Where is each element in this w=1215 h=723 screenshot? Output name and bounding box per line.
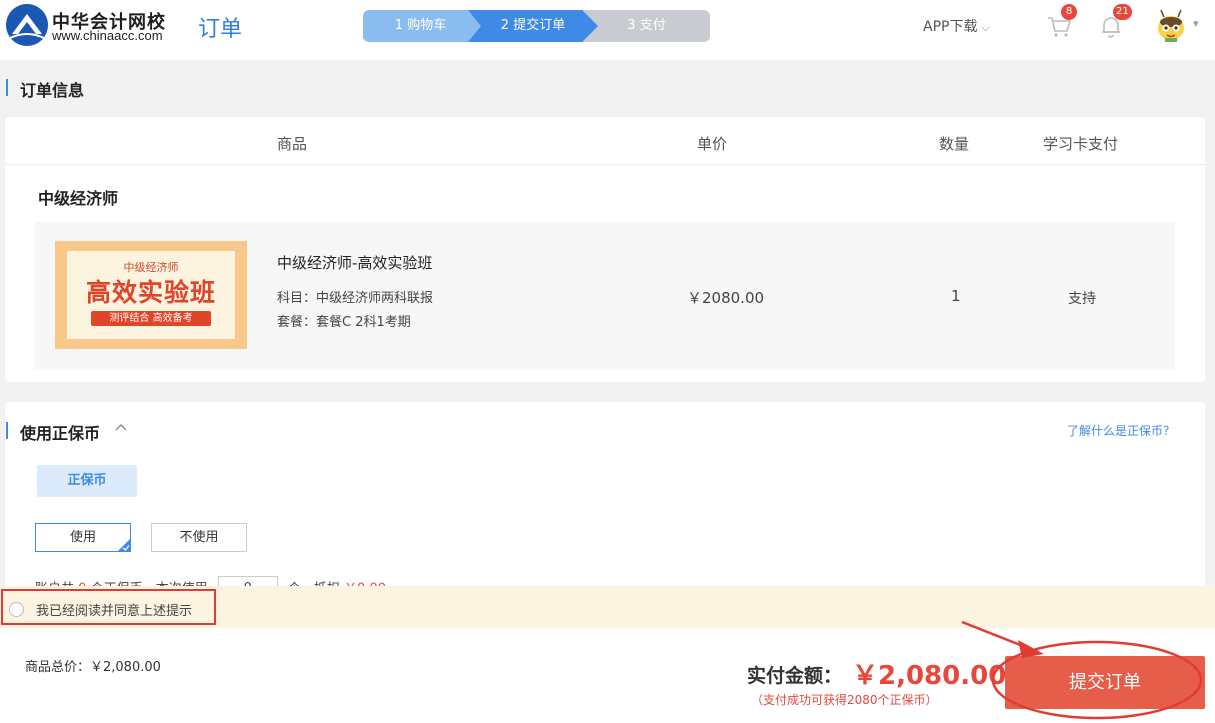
chevron-down-icon: ⌵ <box>981 21 989 34</box>
no-coin-option[interactable]: 不使用 <box>151 523 247 552</box>
cart-button[interactable]: 8 <box>1045 12 1073 40</box>
submit-order-button[interactable]: 提交订单 <box>1005 656 1205 709</box>
check-corner-icon <box>117 538 131 552</box>
pay-reward-note: （支付成功可获得2080个正保币） <box>751 691 938 708</box>
order-card: 商品 单价 数量 学习卡支付 中级经济师 中级经济师 高效实验班 测评结合 高效… <box>5 117 1205 382</box>
step-pay: 3 支付 <box>583 10 710 42</box>
learn-coin-link[interactable]: 了解什么是正保币？ <box>1067 422 1175 439</box>
coin-section-label: 使用正保币 <box>20 424 100 443</box>
items-total: 商品总价：￥2,080.00 <box>25 656 161 675</box>
thumbnail-tag: 测评结合 高效备考 <box>91 311 211 326</box>
section-bar <box>6 422 8 439</box>
pay-label: 实付金额： <box>747 661 842 688</box>
divider <box>5 164 1205 165</box>
agreement-highlight: 我已经阅读并同意上述提示 <box>1 589 216 625</box>
top-header: 中华会计网校 www.chinaacc.com 订单 1 购物车 3 支付 2 … <box>0 0 1215 60</box>
app-download-label: APP下载 <box>923 19 977 35</box>
step-submit: 2 提交订单 <box>468 10 598 42</box>
logo-url: www.chinaacc.com <box>52 28 163 43</box>
section-bar <box>6 79 8 96</box>
coin-tab[interactable]: 正保币 <box>37 465 137 497</box>
thumbnail-panel: 中级经济师 高效实验班 测评结合 高效备考 <box>67 251 235 339</box>
step-submit-label: 2 提交订单 <box>501 18 565 33</box>
product-price: ￥2080.00 <box>687 287 764 308</box>
coin-card: 使用正保币 了解什么是正保币？ 正保币 使用 不使用 账户共 0 个正保币，本次… <box>5 402 1205 592</box>
order-steps: 1 购物车 3 支付 2 提交订单 <box>363 10 710 42</box>
product-thumbnail[interactable]: 中级经济师 高效实验班 测评结合 高效备考 <box>55 241 247 349</box>
avatar[interactable] <box>1155 8 1187 42</box>
card-pay-support: 支持 <box>1068 288 1096 308</box>
bell-badge: 21 <box>1113 4 1132 20</box>
col-price: 单价 <box>697 133 727 154</box>
product-subject: 科目：中级经济师两科联报 <box>277 287 433 306</box>
product-package: 套餐：套餐C 2科1考期 <box>277 311 411 330</box>
step-cart-label: 1 购物车 <box>395 18 446 33</box>
order-section-title: 订单信息 <box>20 77 84 101</box>
order-item: 中级经济师 高效实验班 测评结合 高效备考 中级经济师-高效实验班 科目：中级经… <box>35 222 1175 369</box>
order-section-label: 订单信息 <box>20 81 84 100</box>
pay-amount: ￥2,080.00 <box>852 655 1006 692</box>
col-product: 商品 <box>277 133 307 154</box>
use-coin-label: 使用 <box>70 530 96 545</box>
col-qty: 数量 <box>939 133 969 154</box>
app-download-menu[interactable]: APP下载 ⌵ <box>923 16 990 36</box>
thumbnail-title: 高效实验班 <box>67 273 235 309</box>
checkout-bar: 商品总价：￥2,080.00 实付金额： ￥2,080.00 （支付成功可获得2… <box>0 628 1215 723</box>
avatar-chevron-icon[interactable]: ▾ <box>1193 17 1199 30</box>
agreement-radio[interactable] <box>9 602 24 617</box>
notification-button[interactable]: 21 <box>1097 12 1125 40</box>
page-title: 订单 <box>198 11 242 43</box>
col-card-pay: 学习卡支付 <box>1043 133 1118 154</box>
cart-badge: 8 <box>1061 4 1077 20</box>
chevron-up-icon[interactable] <box>115 422 127 434</box>
coin-section-title[interactable]: 使用正保币 <box>20 420 100 444</box>
step-pay-label: 3 支付 <box>627 18 665 33</box>
product-title[interactable]: 中级经济师-高效实验班 <box>277 252 432 273</box>
agreement-bar: 我已经阅读并同意上述提示 <box>0 586 1215 628</box>
product-group-name: 中级经济师 <box>38 185 118 209</box>
step-cart: 1 购物车 <box>363 10 488 42</box>
use-coin-option[interactable]: 使用 <box>35 523 131 552</box>
product-qty: 1 <box>951 287 961 305</box>
logo-icon[interactable] <box>6 4 48 46</box>
agreement-text[interactable]: 我已经阅读并同意上述提示 <box>36 600 192 619</box>
